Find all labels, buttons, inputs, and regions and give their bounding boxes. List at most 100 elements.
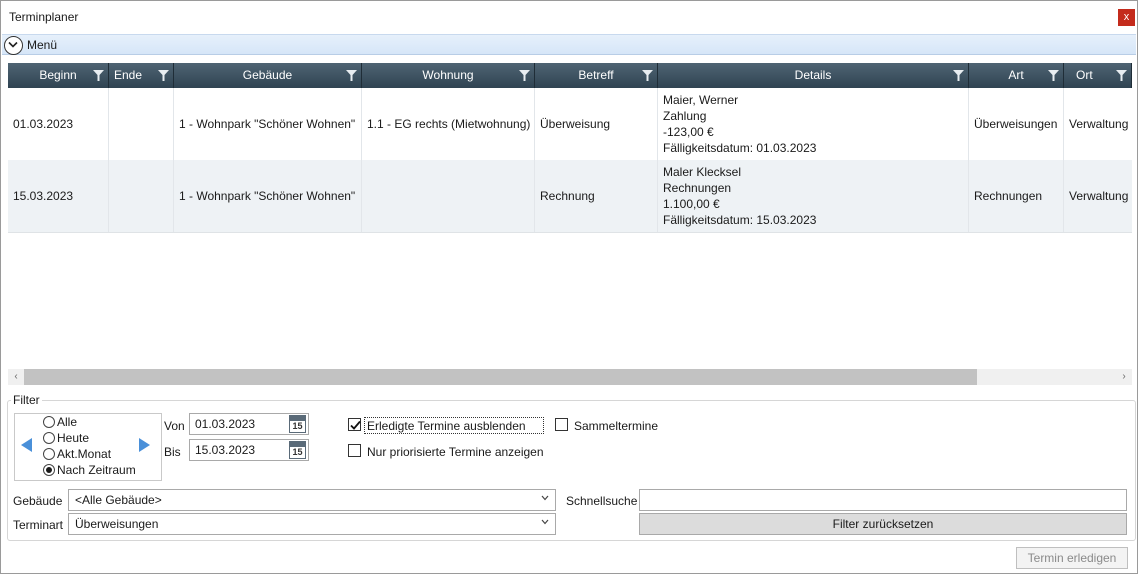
radio-akt-monat[interactable]: Akt.Monat [43, 447, 111, 463]
previous-arrow-icon[interactable] [21, 438, 32, 452]
grid-header: Beginn Ende Gebäude Wohnung Betreff Deta… [8, 63, 1132, 88]
cell-ende [109, 160, 174, 232]
cell-beginn: 15.03.2023 [8, 160, 109, 232]
bis-date-input[interactable]: 15.03.2023 15 [189, 439, 309, 461]
horizontal-scrollbar[interactable]: ‹ › [8, 369, 1132, 385]
cell-art: Überweisungen [969, 88, 1064, 160]
column-header-details[interactable]: Details [658, 63, 969, 88]
cell-wohnung [362, 160, 535, 232]
checkmark-icon [350, 420, 361, 430]
column-header-wohnung[interactable]: Wohnung [362, 63, 535, 88]
details-line: Fälligkeitsdatum: 15.03.2023 [663, 213, 817, 227]
appointments-grid: Beginn Ende Gebäude Wohnung Betreff Deta… [8, 63, 1132, 369]
scroll-left-icon[interactable]: ‹ [9, 370, 23, 384]
terminart-label: Terminart [13, 518, 64, 532]
schnellsuche-input[interactable] [639, 489, 1127, 511]
priority-label[interactable]: Nur priorisierte Termine anzeigen [367, 445, 544, 459]
close-button[interactable]: x [1118, 9, 1135, 26]
scrollbar-thumb[interactable] [24, 369, 977, 385]
column-header-beginn[interactable]: Beginn [8, 63, 109, 88]
filter-icon[interactable] [346, 70, 357, 81]
column-header-betreff[interactable]: Betreff [535, 63, 658, 88]
column-header-gebaeude[interactable]: Gebäude [174, 63, 362, 88]
radio-heute[interactable]: Heute [43, 431, 89, 447]
filter-legend: Filter [11, 393, 42, 407]
gebaeude-label: Gebäude [13, 494, 63, 508]
chevron-down-icon[interactable] [4, 36, 23, 55]
details-line: -123,00 € [663, 125, 714, 139]
column-label: Details [794, 68, 832, 82]
scroll-right-icon[interactable]: › [1117, 370, 1131, 384]
details-line: Rechnungen [663, 181, 732, 195]
calendar-day: 15 [292, 421, 303, 431]
schnellsuche-label: Schnellsuche [566, 494, 638, 508]
complete-appointment-button[interactable]: Termin erledigen [1016, 547, 1128, 569]
sammeltermine-checkbox[interactable] [555, 418, 568, 431]
cell-gebaeude: 1 - Wohnpark "Schöner Wohnen" [174, 160, 362, 232]
details-line: Zahlung [663, 109, 707, 123]
window-title: Terminplaner [9, 10, 79, 24]
bis-label: Bis [164, 445, 181, 459]
radio-circle[interactable] [43, 416, 55, 428]
gebaeude-value: <Alle Gebäude> [75, 493, 162, 507]
cell-gebaeude: 1 - Wohnpark "Schöner Wohnen" [174, 88, 362, 160]
details-line: Maier, Werner [663, 93, 739, 107]
cell-betreff: Überweisung [535, 88, 658, 160]
hide-done-label[interactable]: Erledigte Termine ausblenden [367, 419, 526, 433]
calendar-icon[interactable]: 15 [289, 415, 306, 433]
column-header-art[interactable]: Art [969, 63, 1064, 88]
radio-label: Akt.Monat [57, 447, 112, 461]
column-label: Ort [1076, 68, 1093, 82]
priority-checkbox[interactable] [348, 444, 361, 457]
cell-ende [109, 88, 174, 160]
terminplaner-window: Terminplaner x Menü Beginn Ende Gebäude … [0, 0, 1138, 574]
details-line: Fälligkeitsdatum: 01.03.2023 [663, 141, 817, 155]
calendar-icon[interactable]: 15 [289, 441, 306, 459]
details-line: 1.100,00 € [663, 197, 720, 211]
gebaeude-select[interactable]: <Alle Gebäude> [68, 489, 556, 511]
radio-alle[interactable]: Alle [43, 415, 77, 431]
radio-circle[interactable] [43, 448, 55, 460]
radio-circle[interactable] [43, 432, 55, 444]
cell-wohnung: 1.1 - EG rechts (Mietwohnung) [362, 88, 535, 160]
cell-details: Maier, Werner Zahlung -123,00 € Fälligke… [658, 88, 969, 160]
details-line: Maler Klecksel [663, 165, 742, 179]
radio-label: Alle [57, 415, 78, 429]
date-range-selector: Alle Heute Akt.Monat Nach Zeitraum [14, 413, 162, 481]
sammeltermine-label[interactable]: Sammeltermine [574, 419, 658, 433]
von-label: Von [164, 419, 185, 433]
menu-label[interactable]: Menü [27, 38, 57, 52]
terminart-value: Überweisungen [75, 517, 159, 531]
filter-icon[interactable] [953, 70, 964, 81]
column-label: Ende [114, 68, 143, 82]
calendar-day: 15 [292, 447, 303, 457]
reset-filter-button[interactable]: Filter zurücksetzen [639, 513, 1127, 535]
row-divider [8, 232, 1132, 233]
filter-icon[interactable] [158, 70, 169, 81]
chevron-down-icon[interactable] [541, 495, 549, 501]
filter-icon[interactable] [519, 70, 530, 81]
filter-icon[interactable] [1116, 70, 1127, 81]
radio-nach-zeitraum[interactable]: Nach Zeitraum [43, 463, 136, 479]
column-header-ort[interactable]: Ort [1064, 63, 1132, 88]
radio-label: Nach Zeitraum [57, 463, 136, 477]
chevron-down-icon[interactable] [541, 519, 549, 525]
von-date-input[interactable]: 01.03.2023 15 [189, 413, 309, 435]
column-header-ende[interactable]: Ende [109, 63, 174, 88]
table-row[interactable]: 01.03.2023 1 - Wohnpark "Schöner Wohnen"… [8, 88, 1132, 160]
next-arrow-icon[interactable] [139, 438, 150, 452]
filter-icon[interactable] [93, 70, 104, 81]
terminart-select[interactable]: Überweisungen [68, 513, 556, 535]
cell-beginn: 01.03.2023 [8, 88, 109, 160]
hide-done-checkbox[interactable] [348, 418, 361, 431]
column-label: Wohnung [422, 68, 474, 82]
filter-icon[interactable] [642, 70, 653, 81]
table-row[interactable]: 15.03.2023 1 - Wohnpark "Schöner Wohnen"… [8, 160, 1132, 232]
menu-bar[interactable]: Menü [2, 34, 1136, 55]
column-label: Betreff [578, 68, 614, 82]
radio-circle[interactable] [43, 464, 55, 476]
cell-art: Rechnungen [969, 160, 1064, 232]
cell-ort: Verwaltung [1069, 189, 1129, 203]
filter-icon[interactable] [1048, 70, 1059, 81]
bis-date-value: 15.03.2023 [195, 443, 256, 457]
